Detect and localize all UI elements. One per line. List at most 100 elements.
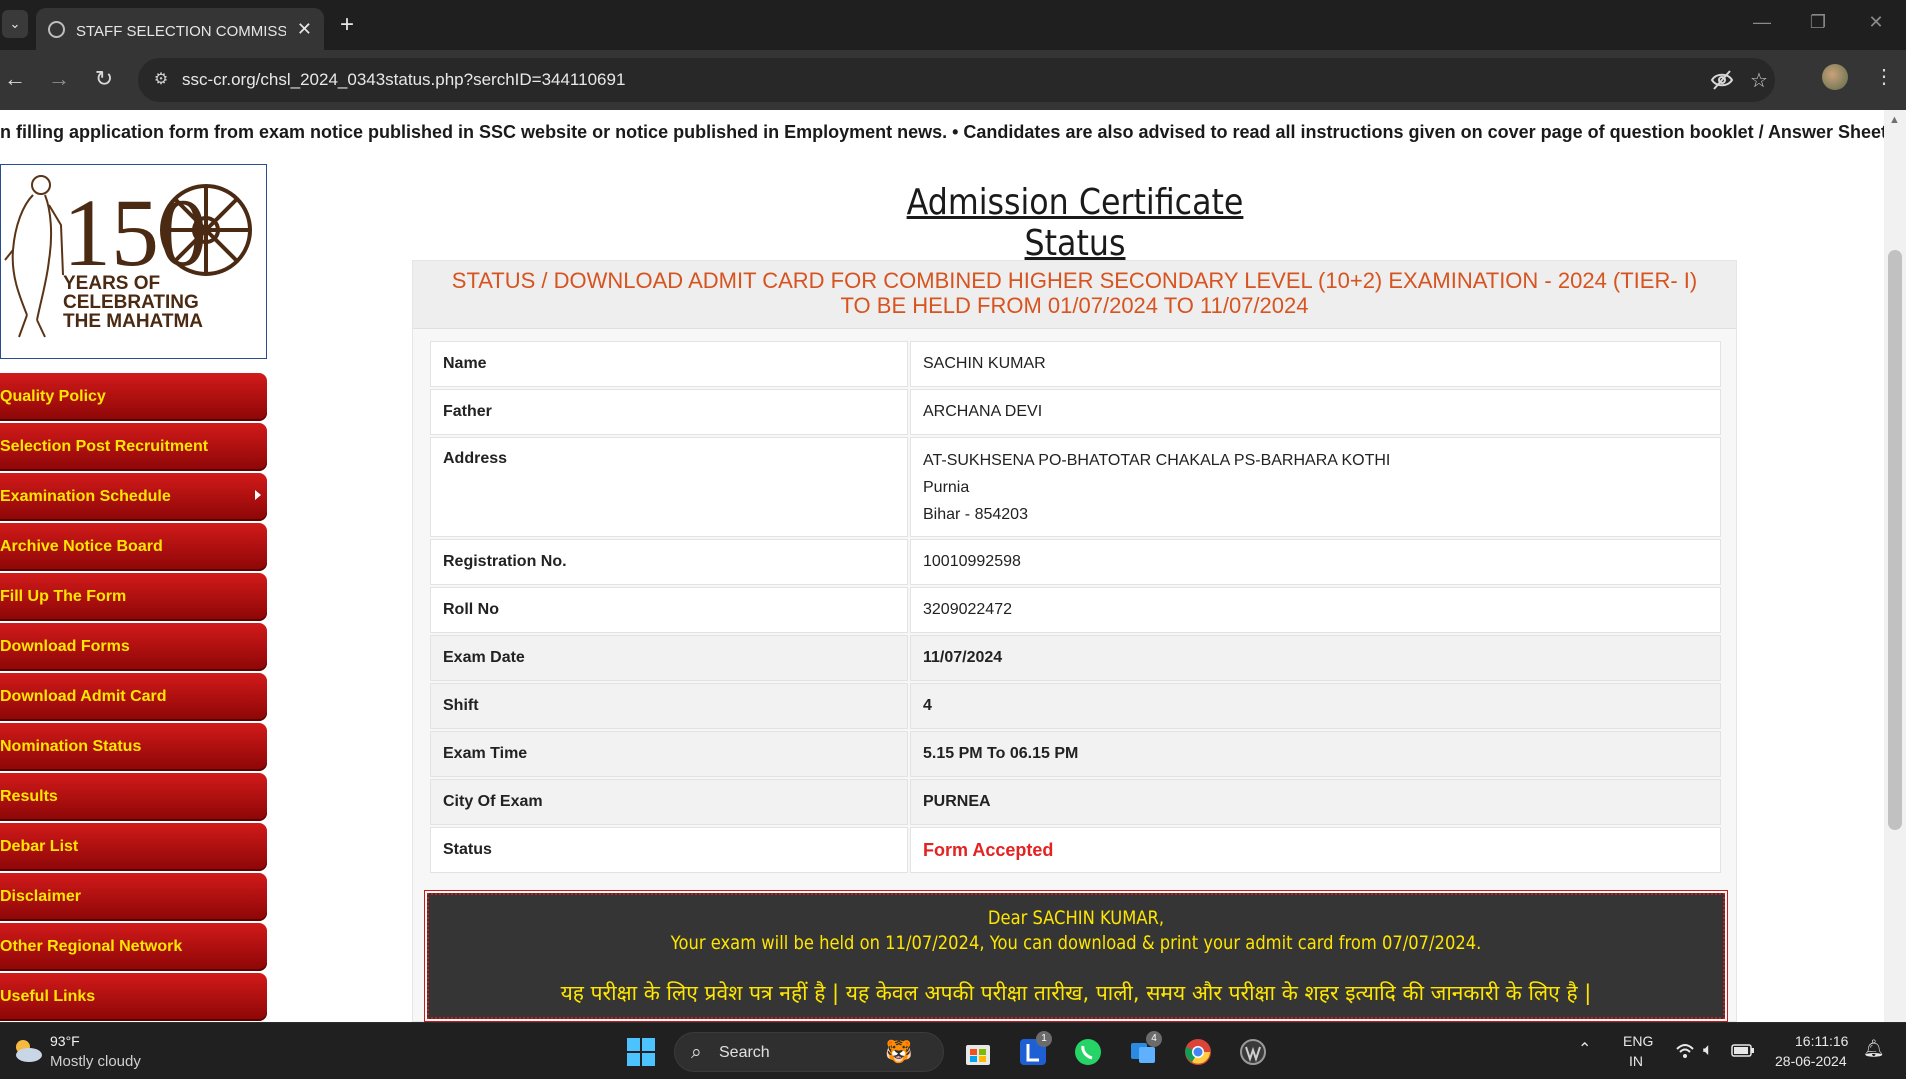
status-badge: Form Accepted xyxy=(923,839,1054,860)
back-icon[interactable]: ← xyxy=(1,66,29,92)
clock-time[interactable]: 16:11:16 xyxy=(1795,1033,1848,1049)
notification-badge: 1 xyxy=(1036,1031,1052,1047)
forward-icon[interactable]: → xyxy=(45,66,73,92)
scrollbar-thumb[interactable] xyxy=(1888,250,1902,830)
scroll-up-arrow-icon[interactable]: ▲ xyxy=(1889,114,1900,126)
page-title: Admission Certificate Status xyxy=(906,182,1244,264)
field-label: Father xyxy=(430,389,908,435)
sidebar-item-label: Quality Policy xyxy=(0,388,106,405)
sidebar-item-examination-schedule[interactable]: Examination Schedule xyxy=(0,473,267,521)
sidebar-item-quality-policy[interactable]: Quality Policy xyxy=(0,373,267,421)
sidebar-item-label: Debar List xyxy=(0,838,79,855)
more-menu-icon[interactable]: ⋮ xyxy=(1874,64,1894,89)
bookmark-star-icon[interactable]: ☆ xyxy=(1750,68,1768,93)
sidebar-menu: Quality Policy Selection Post Recruitmen… xyxy=(0,373,267,1023)
windows-start-icon[interactable] xyxy=(626,1037,656,1067)
search-highlight-icon: 🐯 xyxy=(885,1039,913,1064)
sidebar-item-download-forms[interactable]: Download Forms xyxy=(0,623,267,671)
field-label: City Of Exam xyxy=(430,779,908,825)
logo-line3: THE MAHATMA xyxy=(63,311,203,332)
weather-description[interactable]: Mostly cloudy xyxy=(50,1053,141,1070)
show-hidden-icons-chevron-icon[interactable]: ⌃ xyxy=(1578,1039,1591,1059)
field-value: 4 xyxy=(910,683,1721,729)
page-scrollbar[interactable]: ▲ xyxy=(1884,110,1906,1022)
globe-icon xyxy=(48,21,65,38)
status-panel: STATUS / DOWNLOAD ADMIT CARD FOR COMBINE… xyxy=(412,260,1737,1022)
sidebar-item-debar-list[interactable]: Debar List xyxy=(0,823,267,871)
sidebar-item-selection-post-recruitment[interactable]: Selection Post Recruitment xyxy=(0,423,267,471)
clock-date[interactable]: 28-06-2024 xyxy=(1775,1053,1847,1069)
sidebar-item-useful-links[interactable]: Useful Links xyxy=(0,973,267,1021)
restore-window-icon[interactable]: ❐ xyxy=(1806,12,1830,33)
table-row: City Of Exam PURNEA xyxy=(430,779,1721,825)
address-bar[interactable]: ⚙ ssc-cr.org/chsl_2024_0343status.php?se… xyxy=(138,58,1775,102)
close-window-icon[interactable]: ✕ xyxy=(1864,12,1888,33)
field-value: PURNEA xyxy=(910,779,1721,825)
table-row: Name SACHIN KUMAR xyxy=(430,341,1721,387)
sidebar-item-label: Selection Post Recruitment xyxy=(0,438,209,455)
microsoft-store-icon[interactable] xyxy=(963,1037,993,1067)
sidebar-item-label: Examination Schedule xyxy=(0,488,171,505)
weather-cloud-icon[interactable] xyxy=(10,1035,44,1065)
submenu-arrow-icon xyxy=(255,490,261,500)
exam-notice-box: Dear SACHIN KUMAR, Your exam will be hel… xyxy=(424,890,1728,1022)
profile-avatar[interactable] xyxy=(1822,64,1848,90)
news-ticker: n filling application form from exam not… xyxy=(0,110,1884,158)
close-tab-icon[interactable]: ✕ xyxy=(297,19,312,40)
sidebar-item-archive-notice-board[interactable]: Archive Notice Board xyxy=(0,523,267,571)
field-label: Exam Time xyxy=(430,731,908,777)
sidebar-item-label: Download Admit Card xyxy=(0,688,167,705)
browser-toolbar: ← → ↻ ⚙ ssc-cr.org/chsl_2024_0343status.… xyxy=(0,50,1906,110)
url-text[interactable]: ssc-cr.org/chsl_2024_0343status.php?serc… xyxy=(182,70,625,90)
notice-message: Your exam will be held on 11/07/2024, Yo… xyxy=(670,932,1482,954)
language-code[interactable]: ENG xyxy=(1623,1033,1653,1049)
table-row: Address AT-SUKHSENA PO-BHATOTAR CHAKALA … xyxy=(430,437,1721,537)
reload-icon[interactable]: ↻ xyxy=(90,66,118,92)
sidebar-item-results[interactable]: Results xyxy=(0,773,267,821)
speaker-icon[interactable]: 🔈︎ xyxy=(1703,1040,1713,1060)
language-region[interactable]: IN xyxy=(1629,1053,1643,1069)
panel-title: STATUS / DOWNLOAD ADMIT CARD FOR COMBINE… xyxy=(413,261,1736,329)
sidebar-item-label: Useful Links xyxy=(0,988,96,1005)
address-line: Purnia xyxy=(923,478,970,496)
eye-off-icon[interactable] xyxy=(1710,69,1734,91)
sidebar-item-label: Download Forms xyxy=(0,638,130,655)
table-row: Father ARCHANA DEVI xyxy=(430,389,1721,435)
field-label: Name xyxy=(430,341,908,387)
new-tab-button[interactable]: + xyxy=(340,11,354,39)
sidebar-item-disclaimer[interactable]: Disclaimer xyxy=(0,873,267,921)
notice-hindi-message: यह परीक्षा के लिए प्रवेश पत्र नहीं है | … xyxy=(560,981,1592,1005)
site-info-icon[interactable]: ⚙ xyxy=(150,69,172,91)
sidebar-item-label: Other Regional Network xyxy=(0,938,183,955)
tab-search-dropdown-icon[interactable]: ⌄ xyxy=(2,10,28,38)
field-label: Roll No xyxy=(430,587,908,633)
tab-title: STAFF SELECTION COMMISSION xyxy=(76,23,286,40)
whatsapp-icon[interactable] xyxy=(1073,1037,1103,1067)
sidebar-item-other-regional-network[interactable]: Other Regional Network xyxy=(0,923,267,971)
sidebar-item-label: Disclaimer xyxy=(0,888,81,905)
field-label: Shift xyxy=(430,683,908,729)
browser-tab-active[interactable]: STAFF SELECTION COMMISSION ✕ xyxy=(36,8,324,50)
minimize-window-icon[interactable]: — xyxy=(1750,12,1774,33)
candidate-info-table: Name SACHIN KUMAR Father ARCHANA DEVI Ad… xyxy=(428,339,1723,875)
windows-taskbar: 93°F Mostly cloudy ⌕ Search 🐯 1 4 ⌃ ENG xyxy=(0,1022,1906,1079)
sidebar-item-fill-up-the-form[interactable]: Fill Up The Form xyxy=(0,573,267,621)
notification-bell-icon[interactable]: 🔔︎ xyxy=(1863,1039,1885,1059)
sidebar-item-label: Archive Notice Board xyxy=(0,538,163,555)
sidebar-item-nomination-status[interactable]: Nomination Status xyxy=(0,723,267,771)
panel-title-line1: STATUS / DOWNLOAD ADMIT CARD FOR COMBINE… xyxy=(451,268,1698,293)
panel-title-line2: TO BE HELD FROM 01/07/2024 TO 11/07/2024 xyxy=(840,293,1309,318)
chrome-icon[interactable] xyxy=(1183,1037,1213,1067)
notice-greeting: Dear SACHIN KUMAR, xyxy=(987,907,1165,929)
battery-icon[interactable] xyxy=(1731,1042,1755,1058)
logo-line1: YEARS OF xyxy=(63,273,160,294)
field-value: 3209022472 xyxy=(910,587,1721,633)
table-row: Status Form Accepted xyxy=(430,827,1721,873)
wordpress-app-icon[interactable] xyxy=(1238,1037,1268,1067)
wifi-icon[interactable] xyxy=(1675,1041,1695,1061)
weather-temperature[interactable]: 93°F xyxy=(50,1033,80,1049)
field-value: 5.15 PM To 06.15 PM xyxy=(910,731,1721,777)
taskbar-search[interactable]: ⌕ Search 🐯 xyxy=(674,1032,944,1072)
sidebar-item-download-admit-card[interactable]: Download Admit Card xyxy=(0,673,267,721)
table-row: Registration No. 10010992598 xyxy=(430,539,1721,585)
